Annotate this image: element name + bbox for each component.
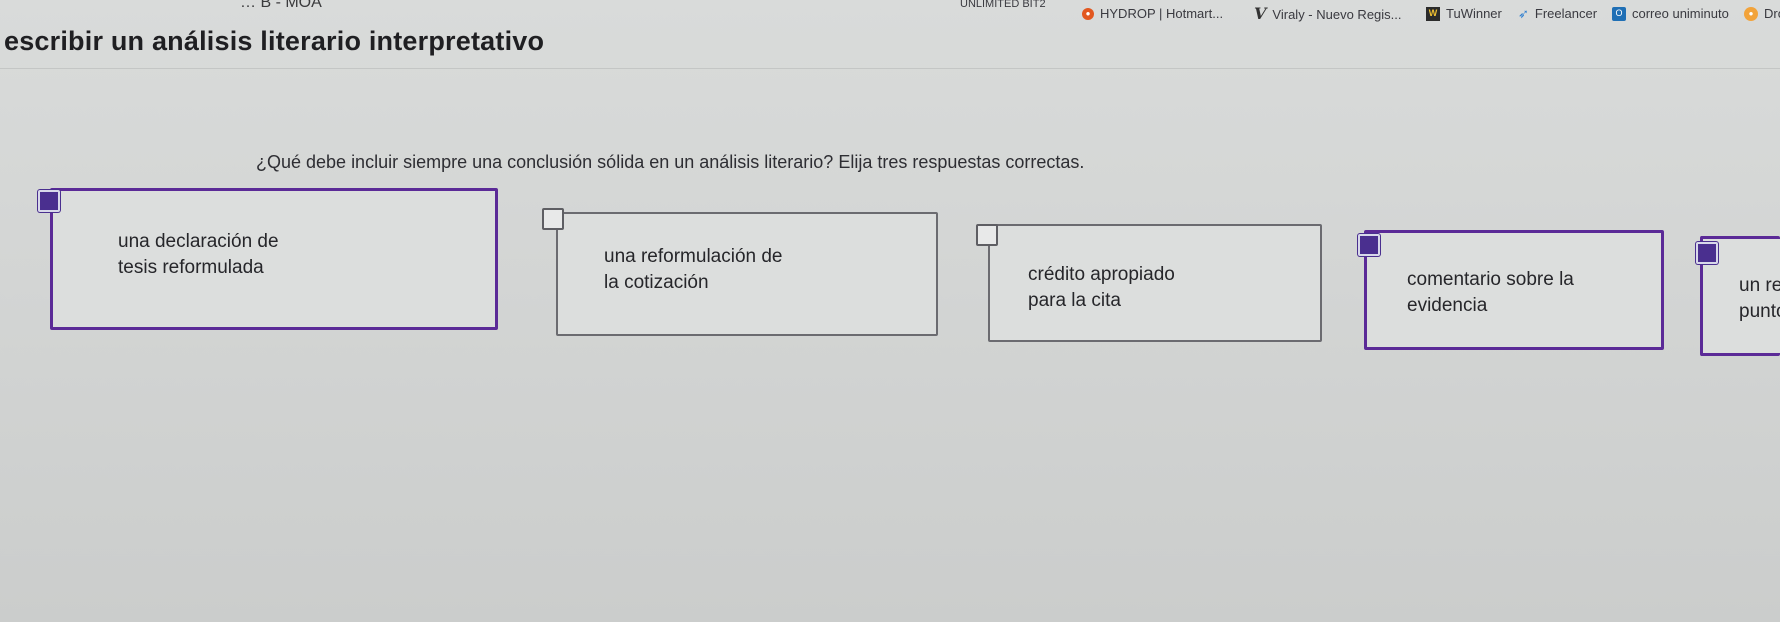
option-label: comentario sobre la evidencia — [1407, 269, 1574, 316]
bookmark-label: Viraly - Nuevo Regis... — [1272, 6, 1402, 22]
page-title: escribir un análisis literario interpret… — [4, 26, 545, 56]
bookmark-unlimited[interactable]: UNLIMITED BIT2 — [960, 0, 1046, 10]
option-card-2[interactable]: una reformulación de la cotización — [556, 212, 938, 336]
breadcrumb: … B - MOA — [240, 0, 322, 11]
hydrop-icon: ● — [1082, 7, 1094, 20]
question-text: ¿Qué debe incluir siempre una conclusión… — [256, 152, 1085, 172]
freelancer-icon: ➶ — [1518, 6, 1529, 21]
viraly-icon: V — [1254, 4, 1267, 23]
bookmark-label: Dro — [1764, 6, 1780, 21]
option-label: crédito apropiado para la cita — [1028, 264, 1175, 311]
option-card-4[interactable]: comentario sobre la evidencia — [1364, 230, 1664, 350]
bookmark-label: TuWinner — [1446, 6, 1502, 21]
option-card-1[interactable]: una declaración de tesis reformulada — [50, 188, 498, 330]
bookmark-hydrop[interactable]: ● HYDROP | Hotmart... — [1082, 6, 1223, 21]
divider — [0, 68, 1780, 69]
bookmark-label: correo uniminuto — [1632, 6, 1729, 21]
option-label: una declaración de tesis reformulada — [118, 231, 279, 278]
bookmark-label: UNLIMITED BIT2 — [960, 0, 1046, 10]
bookmark-correo[interactable]: O correo uniminuto — [1612, 6, 1729, 21]
dr-icon: ● — [1744, 6, 1758, 21]
option-checkbox-3[interactable] — [976, 224, 998, 246]
bookmark-freelancer[interactable]: ➶ Freelancer — [1518, 6, 1597, 21]
option-label: un re punto — [1739, 275, 1780, 322]
bookmark-viraly[interactable]: V Viraly - Nuevo Regis... — [1254, 6, 1402, 22]
bookmark-label: HYDROP | Hotmart... — [1100, 6, 1224, 21]
bookmark-tuwinner[interactable]: W TuWinner — [1426, 6, 1502, 21]
option-checkbox-1[interactable] — [38, 190, 60, 212]
option-checkbox-5[interactable] — [1696, 242, 1718, 264]
outlook-icon: O — [1612, 6, 1626, 21]
tuwinner-icon: W — [1426, 6, 1440, 21]
option-card-3[interactable]: crédito apropiado para la cita — [988, 224, 1322, 342]
option-checkbox-4[interactable] — [1358, 234, 1380, 256]
option-checkbox-2[interactable] — [542, 208, 564, 230]
bookmark-label: Freelancer — [1534, 6, 1598, 21]
option-label: una reformulación de la cotización — [604, 246, 783, 293]
bookmark-dr[interactable]: ● Dro — [1744, 6, 1780, 21]
